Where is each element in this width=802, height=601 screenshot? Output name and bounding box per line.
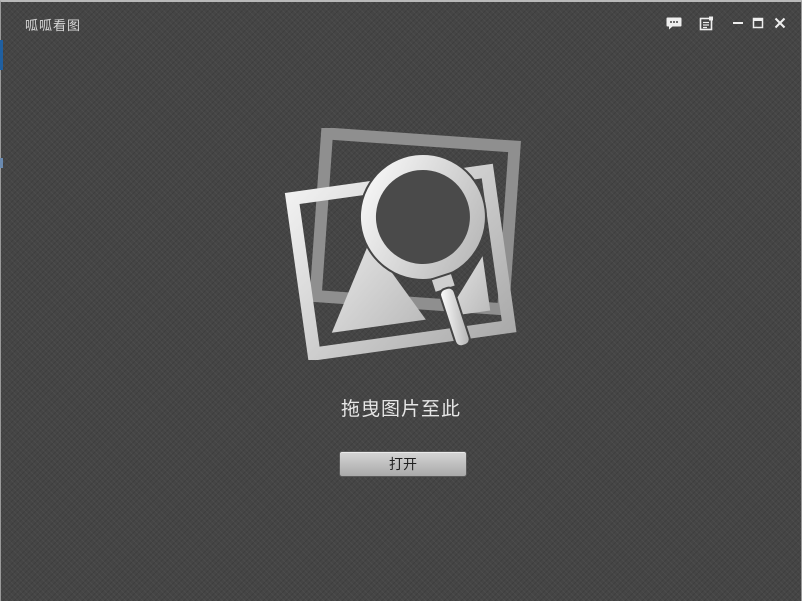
drop-hint-text: 拖曳图片至此 bbox=[340, 398, 461, 420]
drop-area[interactable]: 拖曳图片至此 打开 bbox=[1, 2, 801, 601]
app-window: 呱呱看图 拖曳图片至此 打开 bbox=[0, 0, 802, 601]
open-button[interactable]: 打开 bbox=[339, 451, 467, 477]
image-search-icon bbox=[277, 127, 527, 362]
